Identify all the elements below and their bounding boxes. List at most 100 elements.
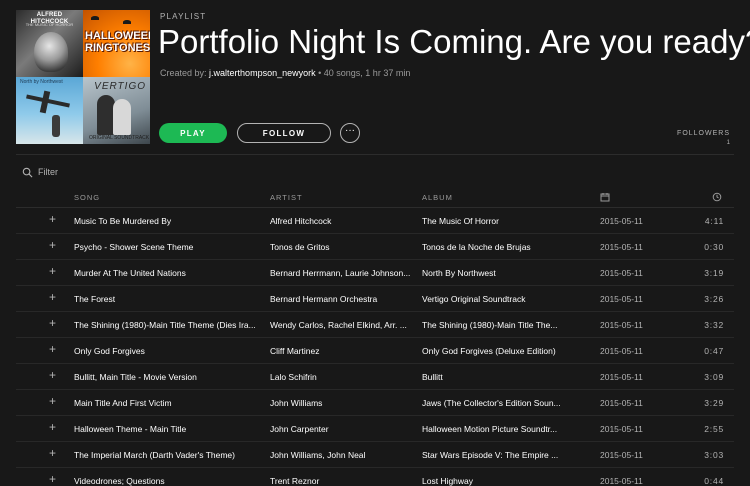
track-row[interactable]: + Murder At The United Nations Bernard H… (16, 260, 734, 286)
track-artist[interactable]: Alfred Hitchcock (270, 216, 415, 226)
track-duration: 0:44 (704, 476, 724, 486)
track-date-added: 2015-05-11 (600, 372, 643, 382)
add-icon[interactable]: + (49, 290, 56, 304)
portrait-shape (34, 32, 68, 72)
cover-tile-halloween: HALLOWEEN RINGTONES (83, 10, 150, 77)
track-date-added: 2015-05-11 (600, 294, 643, 304)
track-duration: 3:26 (704, 294, 724, 304)
track-album[interactable]: Vertigo Original Soundtrack (422, 294, 572, 304)
track-duration: 4:11 (704, 216, 724, 226)
track-artist[interactable]: Tonos de Gritos (270, 242, 415, 252)
track-title: Murder At The United Nations (74, 268, 186, 278)
clock-icon (712, 192, 722, 202)
track-album[interactable]: Tonos de la Noche de Brujas (422, 242, 572, 252)
track-title: Videodrones; Questions (74, 476, 165, 486)
track-row[interactable]: + Main Title And First Victim John Willi… (16, 390, 734, 416)
track-list: + Music To Be Murdered By Alfred Hitchco… (16, 208, 734, 486)
playlist-page: ALFRED HITCHCOCK THE MUSIC OF HORROR HAL… (0, 0, 750, 486)
track-title: Only God Forgives (74, 346, 145, 356)
track-artist[interactable]: Lalo Schifrin (270, 372, 415, 382)
track-duration: 3:19 (704, 268, 724, 278)
owner-link[interactable]: j.walterthompson_newyork (209, 68, 316, 78)
track-date-added: 2015-05-11 (600, 268, 643, 278)
column-header-artist[interactable]: ARTIST (270, 193, 303, 202)
cover-tile-4-subtitle: ORIGINAL SOUNDTRACK (89, 135, 150, 141)
track-row[interactable]: + Halloween Theme - Main Title John Carp… (16, 416, 734, 442)
add-icon[interactable]: + (49, 368, 56, 382)
search-icon (22, 167, 33, 177)
track-title: The Forest (74, 294, 116, 304)
column-header-album[interactable]: ALBUM (422, 193, 453, 202)
track-album[interactable]: The Music Of Horror (422, 216, 572, 226)
add-icon[interactable]: + (49, 316, 56, 330)
track-artist[interactable]: John Williams (270, 398, 415, 408)
track-row[interactable]: + The Imperial March (Darth Vader's Them… (16, 442, 734, 468)
track-album[interactable]: Lost Highway (422, 476, 572, 486)
track-artist[interactable]: Bernard Hermann Orchestra (270, 294, 415, 304)
track-album[interactable]: Only God Forgives (Deluxe Edition) (422, 346, 572, 356)
track-duration: 3:32 (704, 320, 724, 330)
track-title: Main Title And First Victim (74, 398, 172, 408)
cover-tile-1-subtitle: THE MUSIC OF HORROR (25, 22, 74, 27)
column-header-duration[interactable] (712, 192, 722, 204)
track-row[interactable]: + Only God Forgives Cliff Martinez Only … (16, 338, 734, 364)
add-icon[interactable]: + (49, 342, 56, 356)
track-album[interactable]: Jaws (The Collector's Edition Soun... (422, 398, 572, 408)
track-row[interactable]: + The Forest Bernard Hermann Orchestra V… (16, 286, 734, 312)
track-date-added: 2015-05-11 (600, 242, 643, 252)
track-album[interactable]: North By Northwest (422, 268, 572, 278)
bat-shape (123, 20, 131, 24)
track-title: Psycho - Shower Scene Theme (74, 242, 194, 252)
track-row[interactable]: + Music To Be Murdered By Alfred Hitchco… (16, 208, 734, 234)
filter-input[interactable] (38, 167, 188, 177)
add-icon[interactable]: + (49, 394, 56, 408)
running-man-shape (52, 115, 60, 137)
column-header-date[interactable] (600, 192, 610, 204)
follow-button[interactable]: FOLLOW (237, 123, 331, 143)
track-duration: 0:30 (704, 242, 724, 252)
add-icon[interactable]: + (49, 420, 56, 434)
more-options-button[interactable]: ··· (340, 123, 360, 143)
track-album[interactable]: Halloween Motion Picture Soundtr... (422, 424, 572, 434)
add-icon[interactable]: + (49, 472, 56, 486)
add-icon[interactable]: + (49, 264, 56, 278)
track-date-added: 2015-05-11 (600, 398, 643, 408)
track-artist[interactable]: Cliff Martinez (270, 346, 415, 356)
track-row[interactable]: + Videodrones; Questions Trent Reznor Lo… (16, 468, 734, 486)
track-date-added: 2015-05-11 (600, 450, 643, 460)
play-button[interactable]: PLAY (159, 123, 227, 143)
track-title: Bullitt, Main Title - Movie Version (74, 372, 197, 382)
track-album[interactable]: Star Wars Episode V: The Empire ... (422, 450, 572, 460)
track-date-added: 2015-05-11 (600, 476, 643, 486)
track-date-added: 2015-05-11 (600, 320, 643, 330)
track-album[interactable]: The Shining (1980)-Main Title The... (422, 320, 572, 330)
track-artist[interactable]: John Williams, John Neal (270, 450, 415, 460)
playlist-title: Portfolio Night Is Coming. Are you ready… (158, 23, 750, 60)
bat-shape (91, 16, 99, 20)
filter-bar (22, 164, 222, 180)
track-artist[interactable]: John Carpenter (270, 424, 415, 434)
followers-label: FOLLOWERS (677, 130, 730, 137)
add-icon[interactable]: + (49, 446, 56, 460)
cover-tile-2-title: HALLOWEEN RINGTONES (85, 30, 150, 54)
track-row[interactable]: + Psycho - Shower Scene Theme Tonos de G… (16, 234, 734, 260)
column-header-song[interactable]: SONG (74, 193, 100, 202)
add-icon[interactable]: + (49, 238, 56, 252)
track-row[interactable]: + Bullitt, Main Title - Movie Version La… (16, 364, 734, 390)
track-artist[interactable]: Wendy Carlos, Rachel Elkind, Arr. ... (270, 320, 415, 330)
track-artist[interactable]: Trent Reznor (270, 476, 415, 486)
created-by-label: Created by: (160, 68, 207, 78)
track-row[interactable]: + The Shining (1980)-Main Title Theme (D… (16, 312, 734, 338)
track-album[interactable]: Bullitt (422, 372, 572, 382)
cover-tile-north-by-northwest: North by Northwest (16, 77, 83, 144)
playlist-meta: Created by: j.walterthompson_newyork • 4… (160, 68, 410, 78)
add-icon[interactable]: + (49, 212, 56, 226)
track-duration: 3:29 (704, 398, 724, 408)
track-duration: 2:55 (704, 424, 724, 434)
cover-tile-3-label: North by Northwest (20, 79, 63, 85)
followers-count: 1 (726, 140, 730, 146)
track-title: Halloween Theme - Main Title (74, 424, 187, 434)
track-date-added: 2015-05-11 (600, 424, 643, 434)
figure-shape (113, 99, 131, 135)
track-artist[interactable]: Bernard Herrmann, Laurie Johnson... (270, 268, 415, 278)
